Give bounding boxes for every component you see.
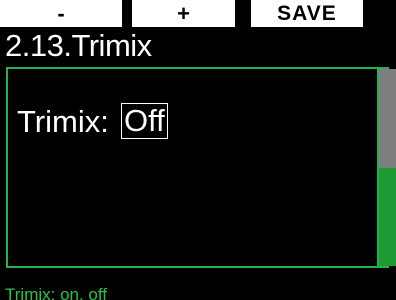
scrollbar[interactable]	[377, 69, 396, 266]
plus-button-label: +	[177, 0, 190, 26]
help-text: Trimix: on, off	[5, 285, 108, 300]
minus-button[interactable]: -	[0, 0, 122, 27]
device-screen: - + SAVE 2.13.Trimix Trimix: Off Trimix:…	[0, 0, 396, 300]
trimix-value-field[interactable]: Off	[121, 103, 168, 139]
plus-button[interactable]: +	[132, 0, 235, 27]
save-button[interactable]: SAVE	[251, 0, 363, 27]
minus-button-label: -	[57, 0, 65, 26]
settings-panel: Trimix: Off	[6, 67, 396, 268]
scrollbar-thumb[interactable]	[379, 69, 396, 168]
trimix-label: Trimix:	[17, 104, 109, 139]
page-title: 2.13.Trimix	[5, 28, 152, 63]
save-button-label: SAVE	[277, 2, 337, 25]
